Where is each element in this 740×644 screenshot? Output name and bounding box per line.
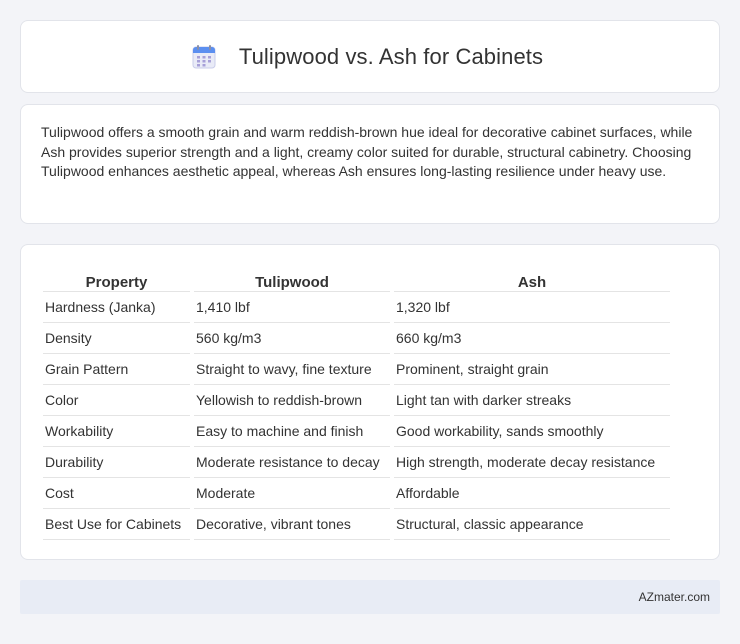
table-header-row: Property Tulipwood Ash: [43, 266, 670, 292]
table-cell: Decorative, vibrant tones: [194, 509, 390, 540]
table-cell: Moderate resistance to decay: [194, 447, 390, 478]
table-row: Workability Easy to machine and finish G…: [43, 416, 670, 447]
page-title: Tulipwood vs. Ash for Cabinets: [238, 43, 544, 69]
table-cell: Color: [43, 385, 190, 416]
table-row: Hardness (Janka) 1,410 lbf 1,320 lbf: [43, 292, 670, 323]
table-cell: Workability: [43, 416, 190, 447]
calendar-icon: [192, 44, 216, 68]
table-row: Density 560 kg/m3 660 kg/m3: [43, 323, 670, 354]
table-cell: Density: [43, 323, 190, 354]
summary-text: Tulipwood offers a smooth grain and warm…: [41, 124, 693, 179]
table-row: Color Yellowish to reddish-brown Light t…: [43, 385, 670, 416]
table-cell: Hardness (Janka): [43, 292, 190, 323]
table-cell: Light tan with darker streaks: [394, 385, 670, 416]
table-cell: Moderate: [194, 478, 390, 509]
table-cell: 1,410 lbf: [194, 292, 390, 323]
table-row: Grain Pattern Straight to wavy, fine tex…: [43, 354, 670, 385]
table-cell: Durability: [43, 447, 190, 478]
table-cell: 1,320 lbf: [394, 292, 670, 323]
summary-card: Tulipwood offers a smooth grain and warm…: [20, 104, 720, 224]
footer: AZmater.com: [20, 580, 720, 614]
table-row: Durability Moderate resistance to decay …: [43, 447, 670, 478]
table-cell: Prominent, straight grain: [394, 354, 670, 385]
footer-site-link[interactable]: AZmater.com: [639, 590, 710, 604]
table-cell: Good workability, sands smoothly: [394, 416, 670, 447]
table-row: Best Use for Cabinets Decorative, vibran…: [43, 509, 670, 540]
table-row: Cost Moderate Affordable: [43, 478, 670, 509]
table-cell: Best Use for Cabinets: [43, 509, 190, 540]
table-cell: Yellowish to reddish-brown: [194, 385, 390, 416]
comparison-table-card: Property Tulipwood Ash Hardness (Janka) …: [20, 244, 720, 560]
table-cell: 560 kg/m3: [194, 323, 390, 354]
comparison-table: Property Tulipwood Ash Hardness (Janka) …: [39, 266, 674, 540]
table-cell: Easy to machine and finish: [194, 416, 390, 447]
table-cell: Affordable: [394, 478, 670, 509]
column-header-property: Property: [43, 266, 190, 292]
table-cell: Straight to wavy, fine texture: [194, 354, 390, 385]
title-card: Tulipwood vs. Ash for Cabinets: [20, 20, 720, 93]
table-cell: Structural, classic appearance: [394, 509, 670, 540]
table-cell: 660 kg/m3: [394, 323, 670, 354]
column-header-ash: Ash: [394, 266, 670, 292]
column-header-tulipwood: Tulipwood: [194, 266, 390, 292]
table-cell: Cost: [43, 478, 190, 509]
table-cell: Grain Pattern: [43, 354, 190, 385]
table-cell: High strength, moderate decay resistance: [394, 447, 670, 478]
